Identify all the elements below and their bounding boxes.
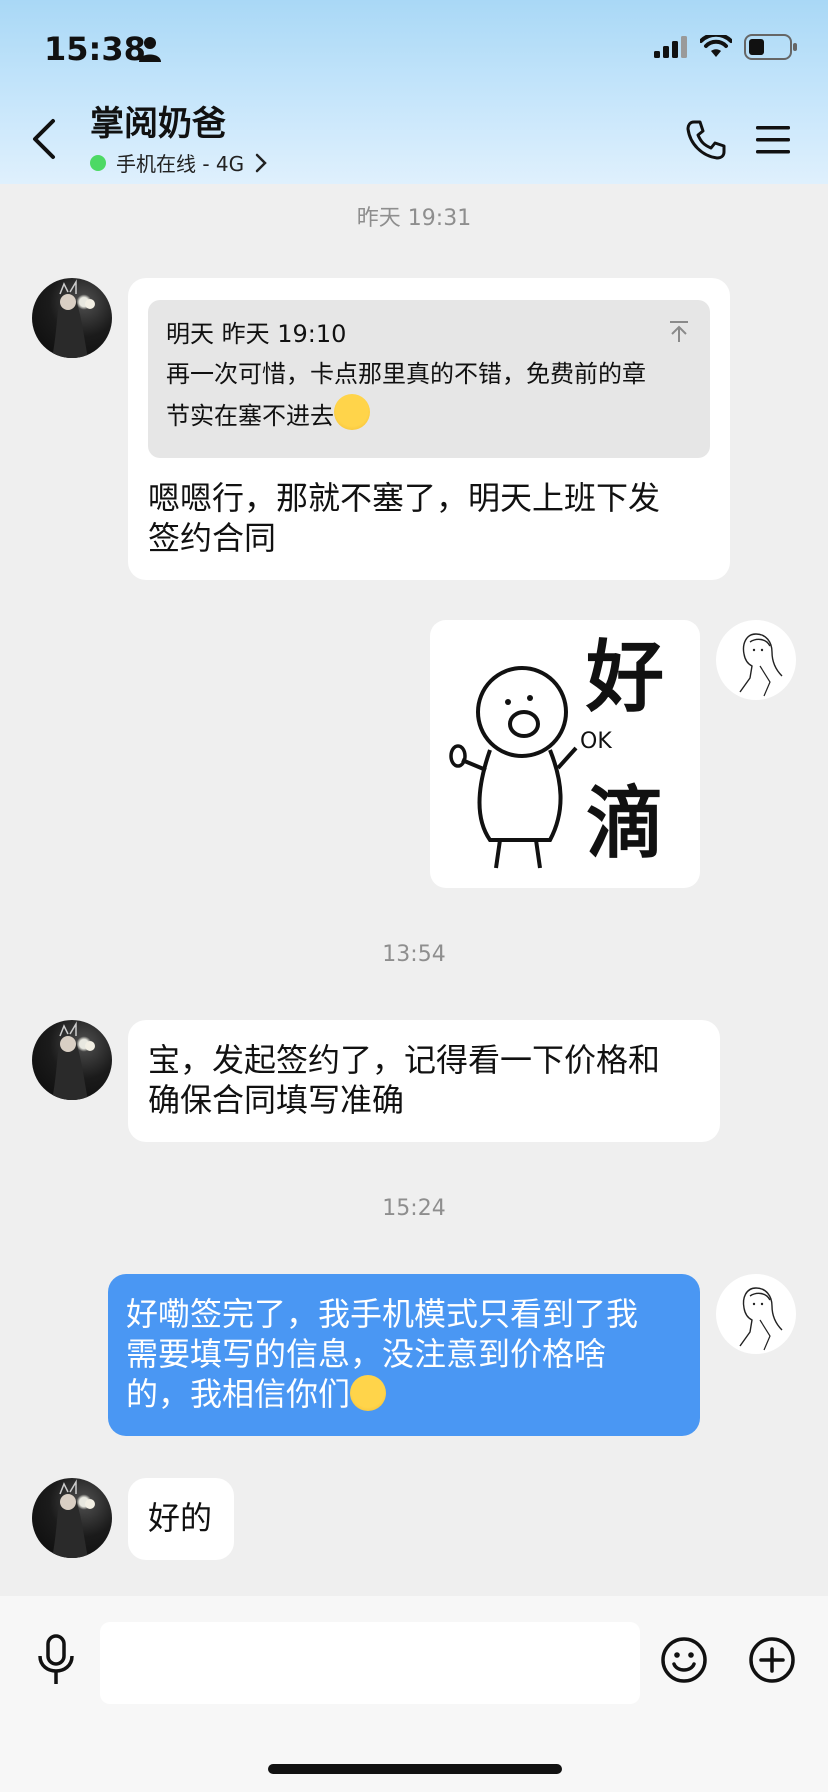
avatar[interactable]	[32, 1478, 112, 1558]
chat-header: 15:38 掌阅奶爸 手机在线 - 4G	[0, 0, 828, 184]
quote-line-2: 节实在塞不进去	[166, 394, 692, 436]
avatar-art	[52, 279, 95, 358]
quote-line-1: 再一次可惜，卡点那里真的不错，免费前的章	[166, 360, 646, 388]
message-line-1: 好嘞签完了，我手机模式只看到了我	[126, 1295, 639, 1333]
mic-icon[interactable]	[36, 1634, 76, 1686]
avatar-self[interactable]	[716, 620, 796, 700]
avatar-art	[52, 1479, 95, 1558]
back-chevron-icon	[33, 119, 55, 159]
sticker-art: OK 好 滴	[449, 633, 664, 869]
avatar-self[interactable]	[716, 1274, 796, 1354]
crying-laugh-emoji-icon	[334, 394, 370, 430]
battery-icon	[744, 34, 797, 60]
sticker-text-2: 滴	[586, 779, 664, 869]
status-icons	[654, 34, 798, 60]
status-time: 15:38	[44, 30, 146, 68]
pin-to-top-icon[interactable]	[668, 320, 690, 344]
message-bubble[interactable]: 好的	[128, 1478, 234, 1560]
quote-header: 明天 昨天 19:10	[166, 320, 347, 348]
avatar[interactable]	[32, 1020, 112, 1100]
online-dot	[90, 154, 106, 171]
emoji-icon[interactable]	[660, 1636, 708, 1684]
wifi-icon	[700, 35, 732, 57]
sticker-ok-text: OK	[580, 729, 612, 754]
reply-text: 嗯嗯行，那就不塞了，明天上班下发 签约合同	[148, 478, 708, 558]
phone-icon[interactable]	[684, 118, 728, 162]
timestamp: 15:24	[382, 1196, 446, 1221]
message-line-1: 宝，发起签约了，记得看一下价格和	[148, 1041, 661, 1079]
timestamp: 13:54	[382, 942, 446, 967]
reply-line-2: 签约合同	[148, 519, 277, 557]
signal-icon	[654, 36, 687, 58]
avatar-self-art	[739, 633, 783, 697]
sticker-text-1: 好	[585, 633, 664, 723]
message-line-3: 的，我相信你们	[126, 1374, 682, 1414]
avatar-self-art	[739, 1287, 783, 1351]
message-line-2: 需要填写的信息，没注意到价格啥	[126, 1335, 607, 1373]
online-status[interactable]: 手机在线 - 4G	[90, 148, 268, 177]
message-bubble[interactable]: 宝，发起签约了，记得看一下价格和 确保合同填写准确	[128, 1020, 720, 1142]
person-icon	[139, 37, 161, 62]
message-bubble-self[interactable]: 好嘞签完了，我手机模式只看到了我 需要填写的信息，没注意到价格啥 的，我相信你们	[108, 1274, 700, 1436]
message-input[interactable]	[100, 1622, 640, 1704]
quoted-message[interactable]: 明天 昨天 19:10 再一次可惜，卡点那里真的不错，免费前的章 节实在塞不进去	[148, 300, 710, 458]
plus-icon[interactable]	[748, 1636, 796, 1684]
avatar-art	[52, 1021, 95, 1100]
online-status-text: 手机在线 - 4G	[116, 152, 245, 176]
hamburger-menu-icon[interactable]	[754, 120, 794, 160]
home-indicator	[268, 1764, 562, 1774]
sticker-message[interactable]: OK 好 滴	[430, 620, 700, 888]
reply-line-1: 嗯嗯行，那就不塞了，明天上班下发	[148, 479, 661, 517]
chat-title[interactable]: 掌阅奶爸	[90, 96, 226, 145]
wink-emoji-icon	[350, 1375, 387, 1411]
avatar[interactable]	[32, 278, 112, 358]
message-line-2: 确保合同填写准确	[148, 1081, 405, 1119]
back-button[interactable]	[22, 114, 66, 164]
timestamp: 昨天 19:31	[356, 206, 472, 231]
chevron-right-icon	[255, 153, 267, 172]
